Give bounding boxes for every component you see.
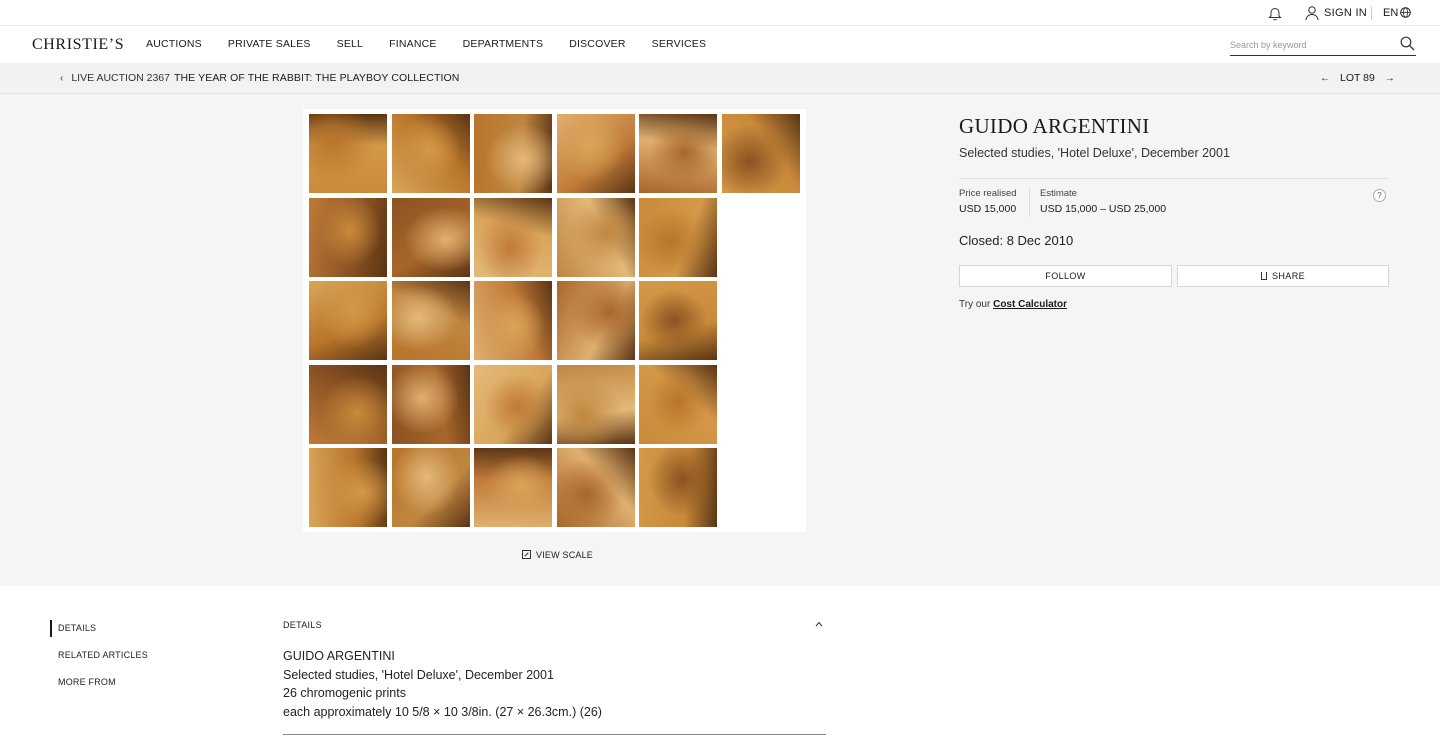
details-heading[interactable]: DETAILS (283, 620, 322, 630)
search-icon[interactable] (1400, 36, 1415, 51)
nav-private-sales[interactable]: PRIVATE SALES (228, 38, 311, 50)
price-value: USD 15,000 (959, 203, 1017, 215)
cost-calculator-link[interactable]: Cost Calculator (993, 299, 1067, 310)
chevron-up-icon[interactable] (815, 620, 823, 628)
photo-tile (639, 197, 717, 277)
photo-tile (639, 364, 717, 444)
view-scale-icon (522, 550, 531, 559)
view-scale-label: VIEW SCALE (536, 550, 594, 560)
utility-separator (1371, 6, 1372, 20)
bell-icon[interactable] (1268, 6, 1282, 21)
lot-number: LOT 89 (1340, 72, 1375, 84)
follow-button[interactable]: FOLLOW (959, 265, 1172, 287)
photo-tile (391, 197, 470, 277)
active-indicator (50, 620, 52, 637)
photo-tile (639, 114, 717, 193)
nav-auctions[interactable]: AUCTIONS (146, 38, 202, 50)
artist-name: GUIDO ARGENTINI (959, 114, 1150, 138)
side-nav-details[interactable]: DETAILS (58, 623, 96, 633)
photo-tile (309, 448, 387, 527)
lot-image[interactable] (303, 109, 806, 532)
utility-bar: SIGN IN EN (0, 0, 1440, 26)
nav-sell[interactable]: SELL (337, 38, 364, 50)
breadcrumb-bar: ‹ LIVE AUCTION 2367 THE YEAR OF THE RABBIT… (0, 63, 1440, 94)
photo-tile (391, 448, 470, 527)
details-divider (283, 734, 826, 735)
price-realised: Price realised USD 15,000 (959, 188, 1017, 215)
nav-finance[interactable]: FINANCE (389, 38, 437, 50)
info-divider (959, 178, 1389, 179)
nav-discover[interactable]: DISCOVER (569, 38, 625, 50)
photo-tile (309, 281, 387, 360)
estimate: Estimate USD 15,000 – USD 25,000 (1040, 188, 1166, 215)
calc-prefix: Try our (959, 299, 991, 310)
side-nav-more-from[interactable]: MORE FROM (58, 677, 116, 687)
breadcrumb-auction-title[interactable]: THE YEAR OF THE RABBIT: THE PLAYBOY COLL… (174, 72, 459, 84)
chevron-left-icon[interactable]: ‹ (60, 73, 63, 84)
price-estimate-separator (1029, 187, 1030, 217)
photo-tile (556, 281, 635, 360)
photo-tile (474, 448, 552, 527)
view-scale-button[interactable]: VIEW SCALE (522, 550, 593, 560)
arrow-left-icon[interactable]: ← (1320, 73, 1330, 84)
nav-departments[interactable]: DEPARTMENTS (463, 38, 544, 50)
share-icon (1260, 272, 1267, 280)
photo-tile (474, 364, 552, 444)
main-nav: CHRISTIE’S AUCTIONS PRIVATE SALES SELL F… (0, 26, 1440, 63)
side-nav-related-articles[interactable]: RELATED ARTICLES (58, 650, 148, 660)
price-label: Price realised (959, 188, 1017, 199)
details-line: 26 chromogenic prints (283, 686, 406, 700)
user-icon[interactable] (1305, 5, 1319, 21)
photo-tile (556, 448, 635, 527)
photo-tile (309, 114, 387, 193)
photo-tile (391, 281, 470, 360)
photo-tile (474, 114, 552, 193)
photo-tile (309, 364, 387, 444)
estimate-value: USD 15,000 – USD 25,000 (1040, 203, 1167, 215)
photo-tile (556, 364, 635, 444)
photo-tile (639, 281, 717, 360)
closed-date: Closed: 8 Dec 2010 (959, 233, 1074, 248)
sign-in-link[interactable]: SIGN IN (1324, 7, 1367, 19)
photo-tile (639, 448, 717, 527)
photo-tile (391, 364, 470, 444)
language-selector[interactable]: EN (1383, 7, 1398, 19)
nav-services[interactable]: SERVICES (652, 38, 707, 50)
arrow-right-icon[interactable]: → (1385, 73, 1395, 84)
breadcrumb[interactable]: ‹ LIVE AUCTION 2367 THE YEAR OF THE RABBIT… (60, 72, 459, 84)
help-icon[interactable]: ? (1373, 189, 1386, 202)
globe-icon[interactable] (1400, 7, 1411, 18)
lot-hero: VIEW SCALE GUIDO ARGENTINI Selected stud… (0, 94, 1440, 586)
cost-calculator-prompt: Try our Cost Calculator (959, 299, 1067, 310)
photo-tile (391, 114, 470, 193)
breadcrumb-auction-number[interactable]: LIVE AUCTION 2367 (71, 72, 170, 84)
photo-tile (474, 197, 552, 277)
search-box (1230, 35, 1416, 56)
share-label: SHARE (1271, 271, 1305, 281)
photo-tile (721, 114, 800, 193)
share-button[interactable]: SHARE (1177, 265, 1389, 287)
work-title: Selected studies, 'Hotel Deluxe', Decemb… (959, 146, 1230, 160)
christies-logo[interactable]: CHRISTIE’S (32, 36, 124, 54)
photo-tile (474, 281, 552, 360)
photo-tile (309, 197, 387, 277)
lot-navigation: ← LOT 89 → (1320, 72, 1395, 84)
photo-tile (556, 197, 635, 277)
nav-links: AUCTIONS PRIVATE SALES SELL FINANCE DEPA… (146, 38, 732, 50)
details-line: GUIDO ARGENTINI (283, 649, 395, 663)
photo-tile (556, 114, 635, 193)
estimate-label: Estimate (1040, 188, 1077, 199)
details-line: each approximately 10 5/8 × 10 3/8in. (2… (283, 704, 602, 719)
details-body: GUIDO ARGENTINI Selected studies, 'Hotel… (283, 647, 602, 721)
search-input[interactable] (1230, 36, 1390, 54)
details-line: Selected studies, 'Hotel Deluxe', Decemb… (283, 667, 554, 682)
